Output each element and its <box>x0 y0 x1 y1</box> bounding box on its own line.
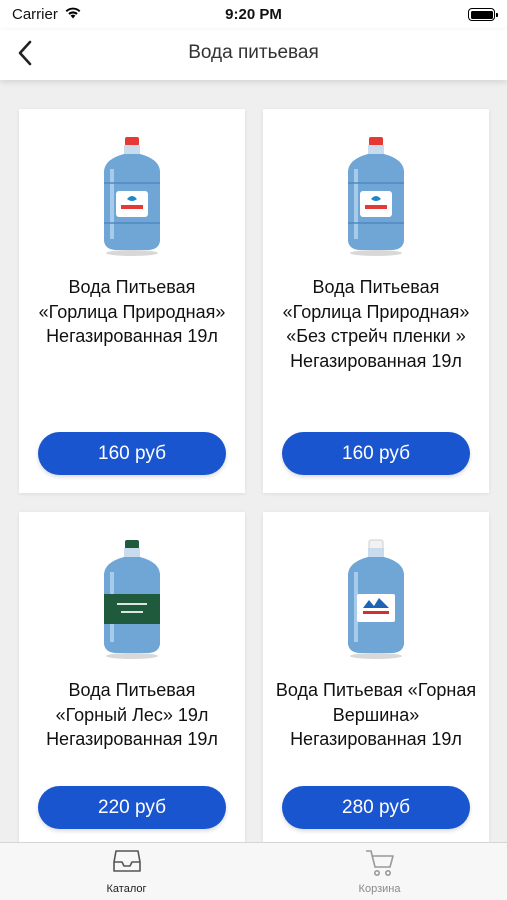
tab-cart-label: Корзина <box>358 883 401 895</box>
price-button[interactable]: 220 руб <box>38 786 226 829</box>
tab-catalog-label: Каталог <box>106 883 147 895</box>
tray-icon <box>112 848 142 879</box>
product-card[interactable]: Вода Питьевая «Горный Лес» 19л Негазиров… <box>19 512 245 842</box>
cart-icon <box>364 848 396 883</box>
product-name: Вода Питьевая «Горная Вершина» Негазиров… <box>275 680 477 749</box>
product-name: Вода Питьевая «Горный Лес» 19л Негазиров… <box>46 680 218 749</box>
water-bottle-image <box>19 538 245 662</box>
page-title: Вода питьевая <box>188 42 319 63</box>
product-name: Вода Питьевая «Горлица Природная» Негази… <box>38 277 226 346</box>
product-card[interactable]: Вода Питьевая «Горная Вершина» Негазиров… <box>263 512 489 842</box>
status-time: 9:20 PM <box>225 6 282 23</box>
product-name: Вода Питьевая «Горлица Природная» «Без с… <box>282 277 470 371</box>
water-bottle-image <box>263 538 489 662</box>
nav-bar: Вода питьевая <box>0 30 507 80</box>
price-button[interactable]: 160 руб <box>38 432 226 475</box>
price-button[interactable]: 280 руб <box>282 786 470 829</box>
tab-catalog[interactable]: Каталог <box>0 843 253 900</box>
tab-bar: Каталог Корзина <box>0 842 507 900</box>
battery-icon <box>468 8 498 21</box>
status-bar: Carrier 9:20 PM <box>0 0 507 30</box>
water-bottle-image <box>19 135 245 259</box>
product-card[interactable]: Вода Питьевая «Горлица Природная» «Без с… <box>263 109 489 493</box>
product-card[interactable]: Вода Питьевая «Горлица Природная» Негази… <box>19 109 245 493</box>
product-grid: Вода Питьевая «Горлица Природная» Негази… <box>0 80 507 842</box>
tab-cart[interactable]: Корзина <box>253 843 506 900</box>
price-button[interactable]: 160 руб <box>282 432 470 475</box>
water-bottle-image <box>263 135 489 259</box>
